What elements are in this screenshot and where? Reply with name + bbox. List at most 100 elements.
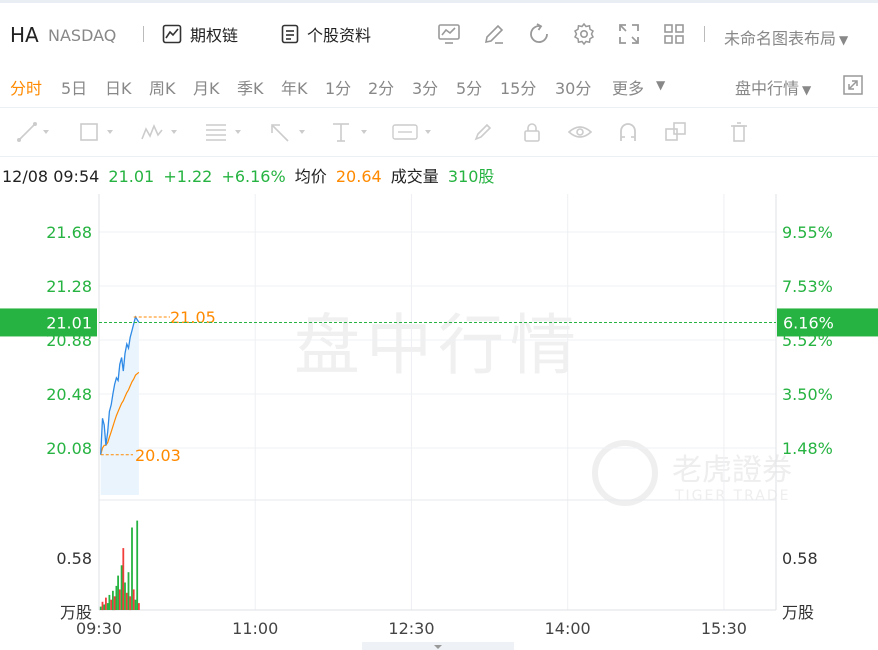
volume-bar [120, 565, 123, 610]
timeframe-11[interactable]: 15分 [500, 75, 536, 99]
edit-icon[interactable] [482, 22, 506, 46]
wave-tool-icon[interactable] [140, 121, 184, 143]
timeframe-bar: 盘中行情 ▼ 分时 5日 日K 周K 月K 季K 年K 1分 2分 3分 5分 15分 30分 更多 ▼ [0, 63, 878, 107]
lock-icon[interactable] [521, 121, 543, 143]
last-price-tag-right-text: 6.16% [783, 313, 834, 332]
timeframe-7[interactable]: 1分 [325, 75, 351, 99]
chart-header: HA NASDAQ 期权链 个股资料 未命名图表布局 ▼ [0, 3, 878, 63]
timeframe-2[interactable]: 日K [105, 75, 132, 99]
x-tick-4: 15:30 [701, 619, 747, 638]
session-label: 盘中行情 [735, 79, 800, 98]
last-price-tag-left-text: 21.01 [46, 313, 92, 332]
magnet-icon[interactable] [617, 121, 639, 143]
timeframe-13[interactable]: 更多 [612, 75, 644, 99]
volume-bar [125, 592, 128, 610]
fibonacci-tool-icon[interactable] [204, 121, 248, 143]
eye-icon[interactable] [567, 121, 593, 143]
layout-label: 未命名图表布局 [724, 29, 837, 48]
caret-down-icon: ▼ [802, 83, 812, 97]
timeframe-8[interactable]: 2分 [368, 75, 394, 99]
volume-bar [138, 603, 140, 610]
info-change-pct: +6.16% [221, 167, 286, 186]
expand-icon[interactable] [843, 75, 863, 95]
divider [704, 26, 705, 42]
caret-down-icon: ▼ [839, 33, 849, 47]
volume-bar [122, 548, 125, 610]
y-right-tick-1: 7.53% [782, 277, 833, 296]
gear-icon[interactable] [572, 22, 596, 46]
timeframe-10[interactable]: 5分 [456, 75, 482, 99]
volume-bar [106, 603, 109, 610]
timeframe-9[interactable]: 3分 [412, 75, 438, 99]
timeframe-12[interactable]: 30分 [555, 75, 591, 99]
option-chain-label: 期权链 [190, 26, 239, 45]
volume-bar [117, 575, 119, 610]
brush-icon[interactable] [472, 121, 494, 143]
volume-bar [134, 599, 137, 610]
watermark-text: 盘中行情 [294, 307, 582, 384]
option-chain-button[interactable]: 期权链 [162, 22, 238, 46]
timeframe-3[interactable]: 周K [149, 75, 176, 99]
text-tool-icon[interactable] [330, 121, 374, 143]
x-tick-1: 11:00 [232, 619, 278, 638]
volume-bar [112, 590, 114, 611]
intraday-chart[interactable]: 盘中行情老虎證券TIGER TRADE21.6821.2820.8820.482… [0, 190, 878, 650]
volume-bar [108, 594, 111, 610]
info-price: 21.01 [108, 167, 155, 186]
x-tick-3: 14:00 [545, 619, 591, 638]
y-left-tick-1: 21.28 [46, 277, 92, 296]
timeframe-1[interactable]: 5日 [61, 75, 87, 99]
refresh-icon[interactable] [527, 22, 551, 46]
timeframe-4[interactable]: 月K [193, 75, 220, 99]
volume-bar [103, 604, 106, 610]
timeframe-5[interactable]: 季K [237, 75, 264, 99]
y-right-tick-3: 3.50% [782, 385, 833, 404]
y-right-tick-0: 9.55% [782, 223, 833, 242]
layout-select[interactable]: 未命名图表布局 ▼ [724, 25, 848, 49]
timeframe-0[interactable]: 分时 [10, 75, 42, 99]
price-label-tool-icon[interactable] [391, 121, 437, 143]
trash-icon[interactable] [728, 121, 750, 143]
drawing-toolbar [0, 107, 878, 157]
volume-bar [113, 596, 116, 611]
session-select[interactable]: 盘中行情 ▼ [735, 75, 811, 99]
profile-button[interactable]: 个股资料 [281, 22, 371, 46]
volume-tick-right: 0.58 [782, 549, 818, 568]
volume-bar [115, 585, 118, 610]
divider [143, 26, 144, 42]
chart-type-icon[interactable] [437, 22, 461, 46]
brand-watermark [592, 440, 658, 506]
volume-bar [129, 596, 132, 611]
rectangle-tool-icon[interactable] [78, 121, 120, 143]
info-avg-label: 均价 [294, 167, 327, 186]
document-icon [281, 24, 299, 44]
grid-layout-icon[interactable] [662, 22, 686, 46]
layers-icon[interactable] [664, 121, 688, 143]
info-datetime: 12/08 09:54 [2, 167, 100, 186]
volume-unit-right: 万股 [782, 603, 814, 622]
info-volume-value: 310股 [447, 167, 495, 186]
exchange: NASDAQ [48, 26, 117, 45]
volume-bar [132, 589, 135, 610]
chart-box-icon [162, 24, 182, 44]
fullscreen-icon[interactable] [617, 22, 641, 46]
volume-bar [124, 582, 126, 610]
volume-bar [127, 572, 130, 610]
volume-bar [131, 527, 133, 610]
volume-bar [99, 606, 102, 610]
info-volume-label: 成交量 [390, 167, 439, 186]
tiger-logo-icon [592, 440, 658, 506]
y-right-tick-4: 1.48% [782, 439, 833, 458]
info-avg-value: 20.64 [335, 167, 382, 186]
timeframe-6[interactable]: 年K [281, 75, 308, 99]
high-label: 21.05 [170, 308, 216, 327]
brand-name: 老虎證券 [672, 453, 792, 488]
caret-down-icon[interactable]: ▼ [656, 78, 665, 92]
y-left-tick-0: 21.68 [46, 223, 92, 242]
arrow-tool-icon[interactable] [268, 121, 312, 143]
line-tool-icon[interactable] [16, 121, 56, 143]
volume-bar [101, 601, 104, 611]
x-tick-2: 12:30 [388, 619, 434, 638]
price-area [100, 317, 139, 495]
volume-bar [118, 589, 121, 610]
